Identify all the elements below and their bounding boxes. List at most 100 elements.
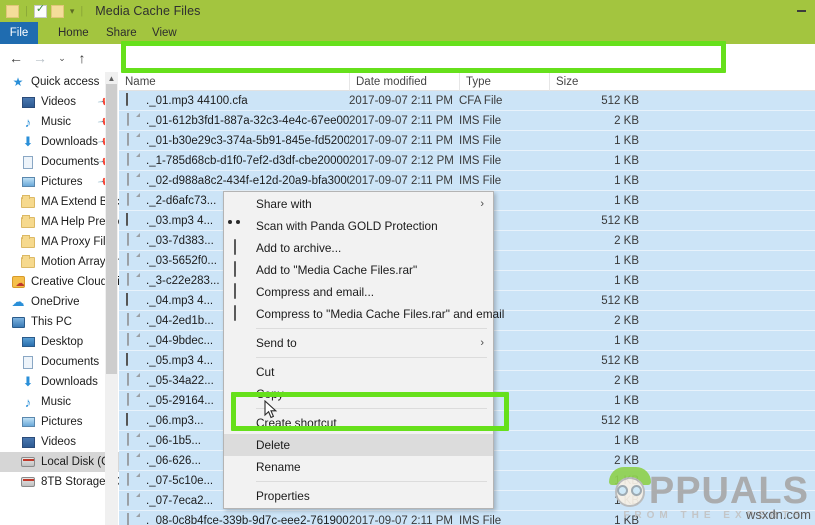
tab-share[interactable]: Share [98,22,145,44]
context-menu-share-with[interactable]: Share with › [224,193,493,215]
context-menu-rename[interactable]: Rename [224,456,493,478]
music-note-icon: ♪ [24,114,32,130]
scrollbar-thumb[interactable] [106,84,117,374]
table-row[interactable]: ._01.mp3 44100.cfa 2017-09-07 2:11 PM CFA … [119,91,815,111]
table-row[interactable]: ._01-612b3fd1-887a-32c3-4e4c-67ee0000...… [119,111,815,131]
file-name-text: ._01-612b3fd1-887a-32c3-4e4c-67ee0000... [146,114,349,127]
tab-file[interactable]: File [0,22,38,44]
sidebar-item-onedrive[interactable]: ☁ OneDrive [0,292,119,312]
file-size-cell: 512 KB [601,94,639,107]
context-menu-scan-with-panda-gold-protection[interactable]: Scan with Panda GOLD Protection [224,215,493,237]
sidebar-item-videos[interactable]: Videos📌 [0,92,119,112]
sidebar-item-pictures[interactable]: Pictures [0,412,119,432]
videos-icon [20,94,36,110]
recent-locations-button[interactable]: ⌄ [52,48,72,68]
context-menu-item-label: Cut [256,365,275,379]
watermark-brand: PPUALS [648,469,809,512]
music-note-icon: ♪ [24,394,32,410]
sidebar-item-ma-extend-back[interactable]: MA Extend Back [0,192,119,212]
sidebar-item-motion-array-th[interactable]: Motion Array Th [0,252,119,272]
file-size-cell: 1 KB [614,434,639,447]
sidebar-item-this-pc[interactable]: This PC [0,312,119,332]
context-menu-separator [256,357,487,358]
file-date-cell: 2017-09-07 2:11 PM [349,134,453,147]
column-header-type[interactable]: Type [459,72,549,91]
sidebar-item-local-disk-c[interactable]: Local Disk (C:) [0,452,119,472]
back-button[interactable]: ← [6,48,26,68]
videos-icon [20,434,36,450]
context-menu-item-label: Send to [256,336,297,350]
sidebar-item-music[interactable]: ♪ Music [0,392,119,412]
sidebar-item-videos[interactable]: Videos [0,432,119,452]
generic-file-icon [125,512,141,525]
context-menu-send-to[interactable]: Send to › [224,332,493,354]
file-type-cell: IMS File [459,174,502,187]
sidebar-item-pictures[interactable]: Pictures📌 [0,172,119,192]
file-size-cell: 1 KB [614,134,639,147]
sidebar-scrollbar[interactable]: ▲ [105,72,118,525]
quick-access-toolbar[interactable]: | ▾ | [0,3,85,18]
blank-icon [234,386,250,402]
file-name-text: ._05.mp3 4... [146,354,214,367]
chevron-down-icon[interactable]: ▾ [70,6,75,17]
tab-view[interactable]: View [144,22,185,44]
up-button[interactable]: ↑ [72,48,92,68]
context-menu-cut[interactable]: Cut [224,361,493,383]
sidebar-item-ma-proxy-files[interactable]: MA Proxy Files [0,232,119,252]
minimize-button[interactable] [787,0,815,22]
file-size-cell: 1 KB [614,154,639,167]
sidebar-item-desktop[interactable]: Desktop [0,332,119,352]
properties-checkbox-icon[interactable] [33,3,47,18]
folder-icon [20,194,36,210]
table-row[interactable]: ._1-785d68cb-d1f0-7ef2-d3df-cbe200000...… [119,151,815,171]
context-menu-add-to-media-cache-files-rar[interactable]: Add to "Media Cache Files.rar" [224,259,493,281]
sidebar-item-downloads[interactable]: ⬇Downloads📌 [0,132,119,152]
cfa-file-icon [125,212,141,229]
context-menu[interactable]: Share with › Scan with Panda GOLD Protecti… [223,191,504,509]
sidebar-item-music[interactable]: ♪Music📌 [0,112,119,132]
file-size-cell: 1 KB [614,274,639,287]
context-menu-compress-to-media-cache-files-rar-and-em[interactable]: Compress to "Media Cache Files.rar" and … [224,303,504,325]
sidebar-item-documents[interactable]: Documents📌 [0,152,119,172]
sidebar-item-label: OneDrive [31,296,80,308]
generic-file-icon [125,332,141,349]
documents-icon [20,354,36,370]
column-header-date-modified[interactable]: Date modified [349,72,459,91]
sidebar-item-label: Desktop [41,336,84,348]
context-menu-add-to-archive[interactable]: Add to archive... [224,237,493,259]
title-bar: | ▾ | Media Cache Files [0,0,815,22]
context-menu-compress-and-email[interactable]: Compress and email... [224,281,493,303]
desktop-icon [20,334,36,350]
cfa-file-icon [125,352,141,369]
scroll-up-icon[interactable]: ▲ [105,72,118,84]
sidebar-item-quick-access[interactable]: ★ Quick access [0,72,119,92]
winrar-icon [234,261,250,278]
tab-home[interactable]: Home [50,22,97,44]
table-row[interactable]: ._02-d988a8c2-434f-e12d-20a9-bfa30000...… [119,171,815,191]
download-arrow-icon: ⬇ [22,134,34,149]
sidebar-item-ma-help-premie[interactable]: MA Help Premie [0,212,119,232]
context-menu-properties[interactable]: Properties [224,485,493,507]
window-controls[interactable] [787,0,815,22]
navigation-pane[interactable]: ★Quick accessVideos📌♪Music📌⬇Downloads📌Do… [0,72,119,525]
sidebar-item-downloads[interactable]: ⬇ Downloads [0,372,119,392]
sidebar-item-documents[interactable]: Documents [0,352,119,372]
sidebar-item-creative-cloud-fil[interactable]: ☁ Creative Cloud Fil [0,272,119,292]
forward-button[interactable]: → [30,48,50,68]
file-name-text: ._3-c22e283... [146,274,220,287]
generic-file-icon [125,112,141,129]
context-menu-item-label: Compress and email... [256,285,375,299]
generic-file-icon [125,172,141,189]
table-row[interactable]: ._01-b30e29c3-374a-5b91-845e-fd520000...… [119,131,815,151]
generic-file-icon [125,272,141,289]
sidebar-item-8tb-storage-d[interactable]: 8TB Storage (D:) [0,472,119,492]
column-header-size[interactable]: Size [549,72,639,91]
sidebar-item-label: Music [41,396,72,408]
new-folder-icon[interactable] [50,4,64,18]
context-menu-delete[interactable]: Delete [224,434,493,456]
column-headers[interactable]: Name Date modified Type Size [119,72,815,91]
generic-file-icon [125,312,141,329]
sidebar-item-label: Downloads [41,376,98,388]
file-name-text: ._06-1b5... [146,434,201,447]
column-header-name[interactable]: Name [119,72,349,91]
